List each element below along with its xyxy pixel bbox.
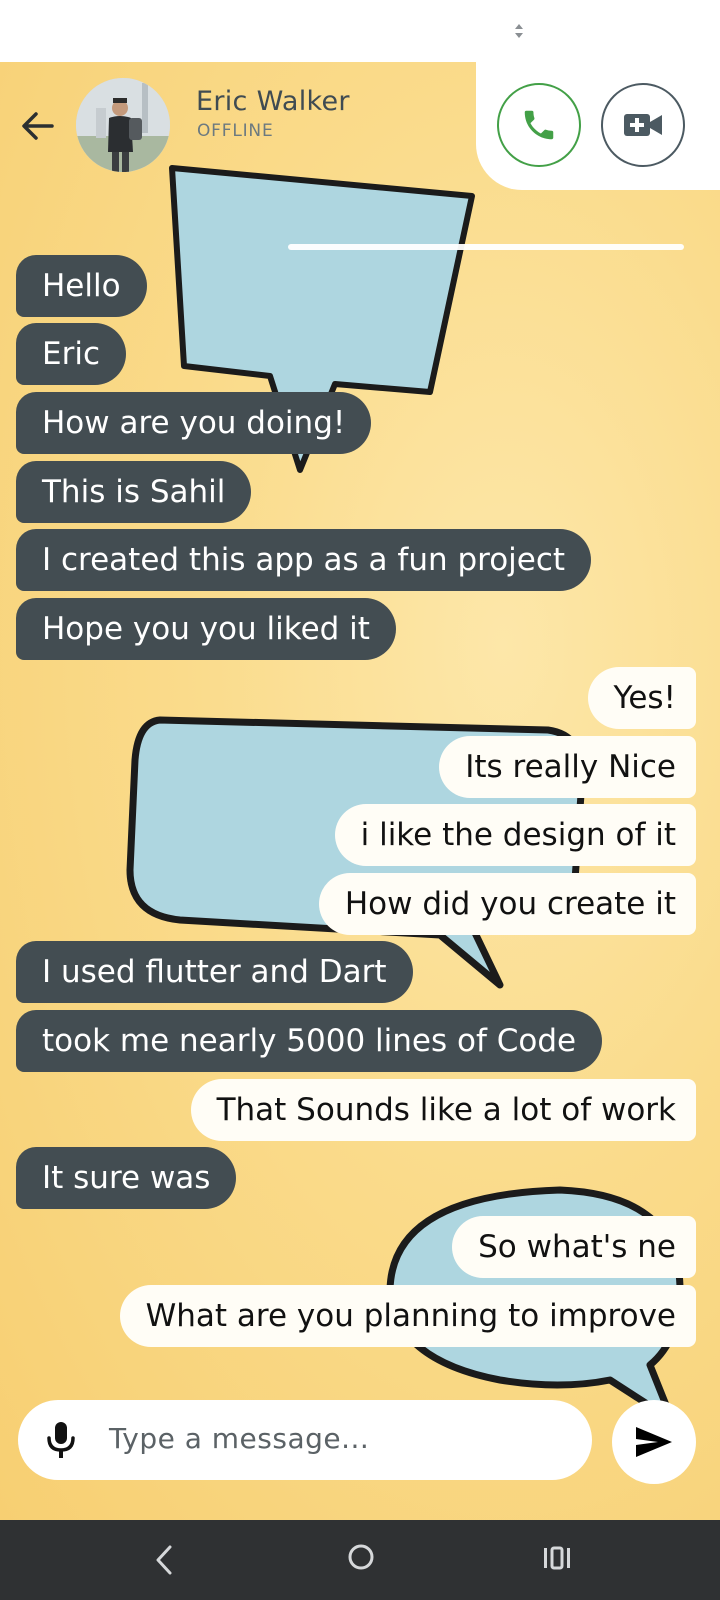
scroll-indicator-icon <box>515 24 523 38</box>
message-incoming[interactable]: Hello <box>16 255 147 317</box>
message-outgoing[interactable]: That Sounds like a lot of work <box>190 1079 696 1141</box>
message-incoming[interactable]: How are you doing! <box>16 392 372 454</box>
message-incoming[interactable]: It sure was <box>16 1147 237 1209</box>
decorative-line <box>288 244 684 250</box>
nav-home-icon[interactable] <box>347 1543 375 1571</box>
message-outgoing[interactable]: So what's ne <box>452 1216 696 1278</box>
message-incoming[interactable]: This is Sahil <box>16 461 252 523</box>
video-call-button[interactable] <box>601 83 685 167</box>
message-outgoing[interactable]: What are you planning to improve <box>119 1285 696 1347</box>
back-arrow-icon[interactable] <box>20 108 56 144</box>
message-outgoing[interactable]: Yes! <box>587 667 696 729</box>
message-incoming[interactable]: Hope you you liked it <box>16 598 396 660</box>
message-outgoing[interactable]: i like the design of it <box>334 804 696 866</box>
contact-name[interactable]: Eric Walker <box>196 86 350 117</box>
status-bar <box>0 0 720 62</box>
avatar[interactable] <box>76 78 170 172</box>
voice-call-button[interactable] <box>497 83 581 167</box>
contact-status: OFFLINE <box>197 121 274 141</box>
phone-icon <box>524 110 554 140</box>
message-incoming[interactable]: I used flutter and Dart <box>16 941 413 1003</box>
message-outgoing[interactable]: How did you create it <box>318 873 696 935</box>
send-button[interactable] <box>612 1400 696 1484</box>
message-input-placeholder[interactable]: Type a message... <box>109 1422 369 1455</box>
message-incoming[interactable]: I created this app as a fun project <box>16 529 592 591</box>
avatar-photo <box>76 78 170 172</box>
message-outgoing[interactable]: Its really Nice <box>439 736 696 798</box>
message-input-bar[interactable]: Type a message... <box>18 1400 592 1480</box>
message-incoming[interactable]: took me nearly 5000 lines of Code <box>16 1010 603 1072</box>
send-icon <box>636 1427 672 1457</box>
message-incoming[interactable]: Eric <box>16 323 126 385</box>
video-camera-plus-icon <box>624 114 662 136</box>
microphone-icon[interactable] <box>44 1420 78 1460</box>
nav-back-icon[interactable] <box>152 1541 176 1579</box>
nav-recents-icon[interactable] <box>542 1545 572 1571</box>
